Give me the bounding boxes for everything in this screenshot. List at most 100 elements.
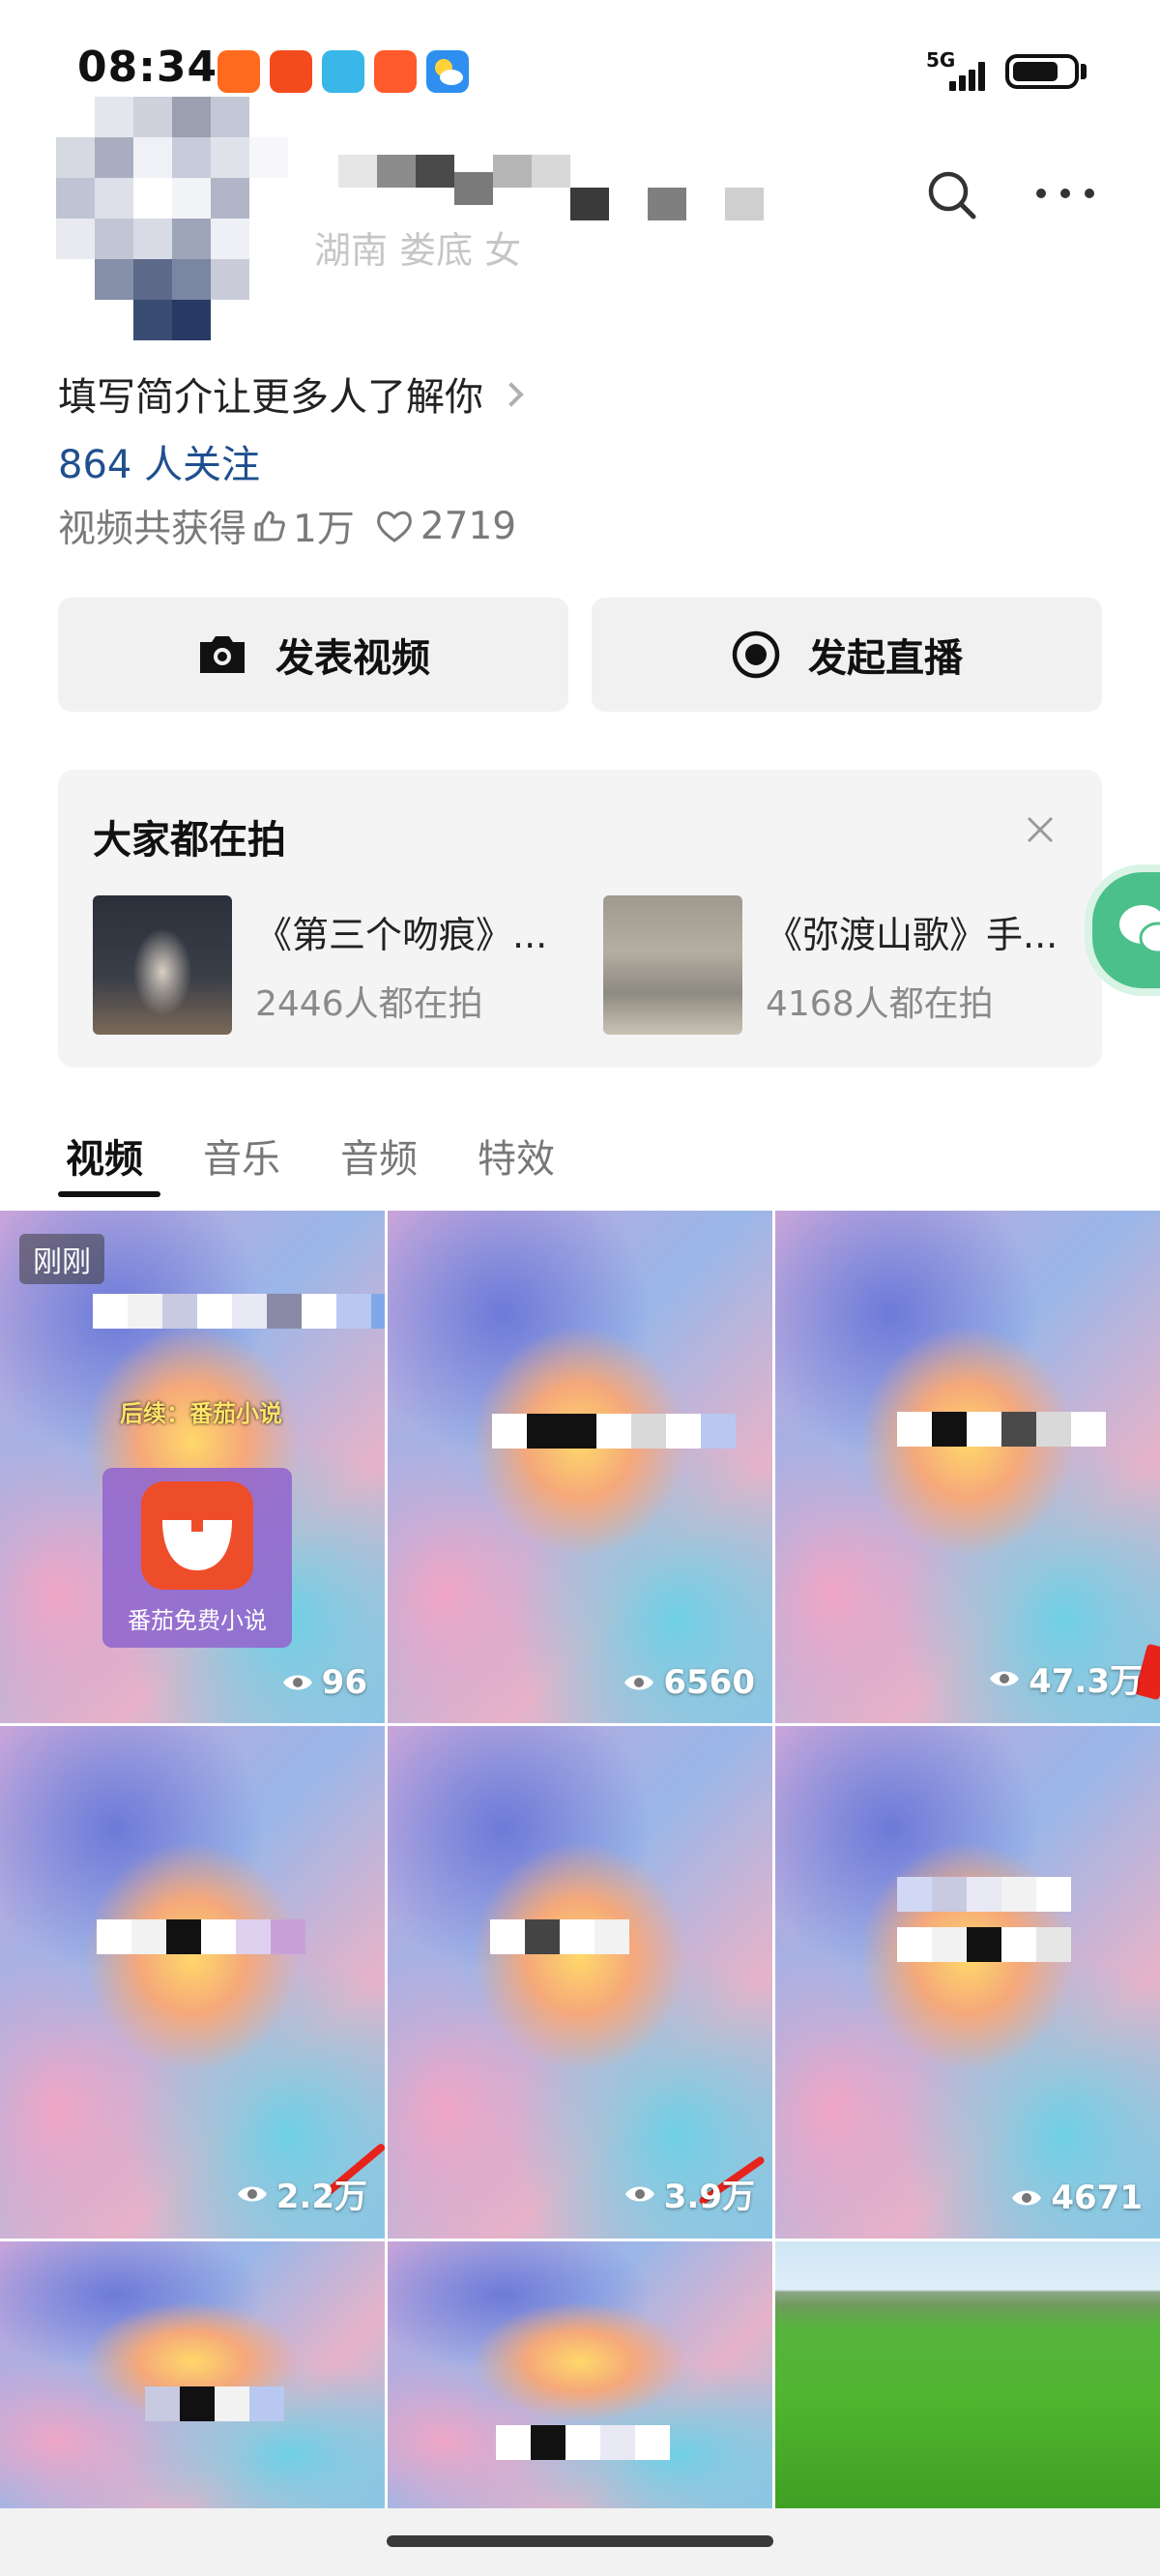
avatar-pixel [211, 259, 249, 300]
post-video-button[interactable]: 发表视频 [58, 598, 568, 712]
tab-video[interactable]: 视频 [66, 1127, 143, 1184]
more-options-icon[interactable] [1036, 176, 1094, 211]
avatar-pixel [56, 300, 95, 340]
avatar-pixel [211, 137, 249, 178]
avatar-pixel [249, 97, 288, 137]
eye-icon [237, 2186, 267, 2201]
status-time: 08:34 [77, 43, 218, 92]
avatar-pixel [172, 178, 211, 219]
avatar-pixel [56, 259, 95, 300]
avatar-pixel [95, 219, 133, 259]
profile-name [338, 155, 764, 220]
caption-mosaic [93, 1294, 385, 1329]
avatar-pixel [133, 259, 172, 300]
video-tile[interactable] [775, 2241, 1160, 2508]
view-count: 6560 [623, 1663, 755, 1702]
battery-tip [1081, 64, 1087, 79]
caption-mosaic [897, 1877, 1071, 1912]
app-icon-orange [218, 50, 260, 93]
home-indicator[interactable] [387, 2535, 773, 2547]
video-stats: 视频共获得 1万 2719 [58, 499, 516, 553]
eye-icon [282, 1675, 312, 1690]
eye-icon [1012, 2190, 1042, 2206]
view-count-value: 6560 [663, 1663, 755, 1702]
eye-icon [624, 1675, 654, 1690]
caption-mosaic [492, 1414, 736, 1449]
search-icon[interactable] [923, 166, 981, 224]
video-tile[interactable] [0, 2241, 385, 2508]
avatar-pixel [249, 259, 288, 300]
novel-promo-label: 番茄免费小说 [128, 1607, 267, 1634]
view-count: 96 [281, 1663, 367, 1702]
video-tile[interactable] [388, 2241, 772, 2508]
trending-thumbnail [93, 895, 232, 1035]
view-count: 2.2万 [236, 2170, 367, 2217]
video-tile[interactable]: 47.3万 [775, 1211, 1160, 1723]
tab-audio[interactable]: 音频 [340, 1127, 418, 1184]
location-gender: 湖南 娄底 女 [314, 229, 522, 272]
post-video-label: 发表视频 [276, 636, 430, 681]
live-record-icon [732, 630, 780, 679]
notification-icons [218, 50, 469, 93]
system-navigation-bar [0, 2508, 1160, 2576]
video-tile[interactable]: 6560 [388, 1211, 772, 1723]
avatar-pixel [133, 219, 172, 259]
avatar-pixel [95, 259, 133, 300]
eye-icon [990, 1671, 1020, 1685]
avatar-pixel [95, 300, 133, 340]
video-tile[interactable]: 4671 [775, 1726, 1160, 2239]
avatar-pixel [172, 300, 211, 340]
trending-item[interactable]: 《第三个吻痕》... 2446人都在拍 [93, 895, 547, 1035]
caption-mosaic [897, 1927, 1071, 1962]
view-count-value: 4671 [1051, 2179, 1143, 2217]
avatar-pixel [249, 219, 288, 259]
view-count-value: 3.9万 [663, 2178, 755, 2216]
avatar-pixel [95, 97, 133, 137]
avatar-pixel [95, 178, 133, 219]
active-tab-indicator [58, 1191, 160, 1197]
heart-icon [376, 511, 412, 542]
followers-link[interactable]: 864 人关注 [58, 433, 260, 489]
caption-mosaic [897, 1412, 1106, 1447]
avatar[interactable] [56, 97, 288, 340]
tab-music[interactable]: 音乐 [203, 1127, 280, 1184]
video-tile[interactable]: 3.9万 [388, 1726, 772, 2239]
tab-effects[interactable]: 特效 [478, 1127, 555, 1184]
avatar-pixel [211, 300, 249, 340]
avatar-pixel [56, 97, 95, 137]
video-tile[interactable]: 2.2万 [0, 1726, 385, 2239]
app-icon-cyan [322, 50, 364, 93]
avatar-pixel [249, 300, 288, 340]
video-caption: 后续：番茄小说 [120, 1400, 282, 1427]
video-tile[interactable]: 刚刚 后续：番茄小说 番茄免费小说 96 [0, 1211, 385, 1723]
avatar-pixel [133, 97, 172, 137]
caption-mosaic [97, 1919, 305, 1954]
avatar-pixel [133, 137, 172, 178]
trending-thumbnail [603, 895, 742, 1035]
trending-item[interactable]: 《弥渡山歌》手... 4168人都在拍 [603, 895, 1058, 1035]
avatar-pixel [172, 259, 211, 300]
avatar-pixel [249, 137, 288, 178]
likes-count: 1万 [293, 508, 355, 551]
close-icon[interactable] [1023, 812, 1058, 847]
trending-item-name: 《弥渡山歌》手... [766, 913, 1058, 956]
view-count-value: 96 [321, 1663, 367, 1702]
start-live-label: 发起直播 [808, 636, 963, 681]
new-badge: 刚刚 [19, 1234, 104, 1284]
signal-icon: 5G [926, 48, 994, 91]
avatar-pixel [211, 178, 249, 219]
bio-prompt[interactable]: 填写简介让更多人了解你 [58, 366, 524, 422]
caption-mosaic [145, 2386, 284, 2421]
network-type: 5G [926, 48, 956, 72]
avatar-pixel [133, 178, 172, 219]
view-count: 47.3万 [988, 1654, 1143, 1702]
avatar-pixel [172, 137, 211, 178]
app-icon-red [270, 50, 312, 93]
start-live-button[interactable]: 发起直播 [592, 598, 1102, 712]
eye-icon [624, 2186, 654, 2201]
caption-mosaic [490, 1919, 629, 1954]
avatar-pixel [95, 137, 133, 178]
avatar-pixel [56, 178, 95, 219]
content-tabs: 视频 音乐 音频 特效 [66, 1127, 555, 1184]
trending-item-count: 4168人都在拍 [766, 983, 994, 1024]
